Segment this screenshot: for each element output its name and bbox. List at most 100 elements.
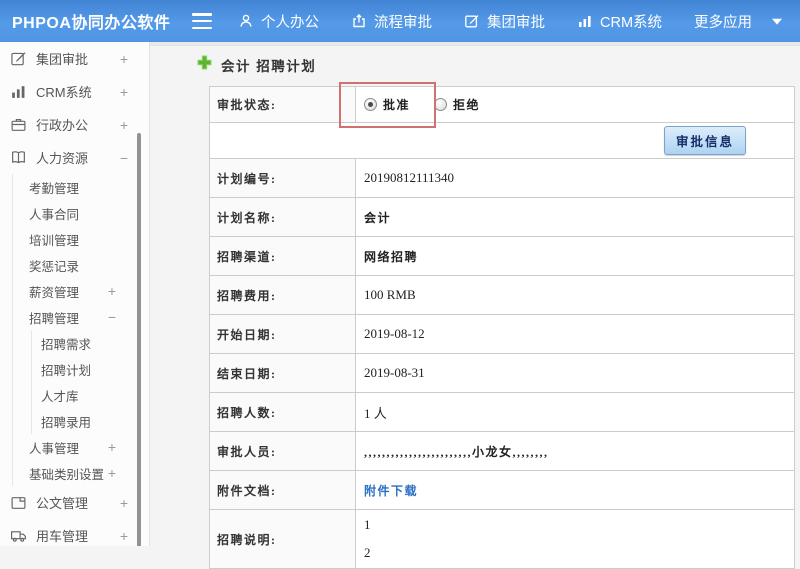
- field-label: 附件文档:: [210, 471, 356, 509]
- sidebar-item-hr[interactable]: 人力资源 −: [0, 141, 149, 174]
- bar-chart-icon: [577, 13, 593, 29]
- sidebar-item-vehicles[interactable]: 用车管理 +: [0, 519, 149, 546]
- attachment-download-link[interactable]: 附件下载: [364, 482, 418, 499]
- radio-approve-label[interactable]: 批准: [383, 96, 410, 113]
- sidebar-item-salary[interactable]: 薪资管理 +: [13, 278, 149, 304]
- collapse-toggle[interactable]: −: [120, 150, 128, 166]
- field-label: 招聘人数:: [210, 393, 356, 431]
- sidebar-item-recruit-demand[interactable]: 招聘需求: [32, 330, 149, 356]
- collapse-toggle[interactable]: −: [108, 309, 116, 325]
- sidebar-item-label: 人才库: [41, 389, 79, 404]
- table-row: 审批人员: ,,,,,,,,,,,,,,,,,,,,,,,,小龙女,,,,,,,…: [210, 432, 794, 471]
- sidebar-item-label: 人事管理: [29, 441, 80, 456]
- sidebar-item-label: 行政办公: [36, 118, 89, 133]
- workflow-icon: [351, 13, 367, 29]
- caret-down-icon[interactable]: [772, 13, 783, 29]
- sidebar-item-recruitment[interactable]: 招聘管理 −: [13, 304, 149, 330]
- nav-label: 集团审批: [487, 14, 545, 31]
- sidebar-item-label: 集团审批: [36, 52, 89, 67]
- approval-info-button[interactable]: 审批信息: [663, 126, 746, 155]
- radio-approve[interactable]: [364, 98, 377, 111]
- sidebar-item-label: CRM系统: [36, 85, 92, 100]
- recruitment-submenu: 招聘需求 招聘计划 人才库 招聘录用: [31, 330, 149, 434]
- expand-toggle[interactable]: +: [120, 495, 128, 511]
- sidebar-item-personnel[interactable]: 人事管理 +: [13, 434, 149, 460]
- field-label: 计划编号:: [210, 159, 356, 197]
- nav-label: 流程审批: [374, 14, 432, 31]
- sidebar-item-documents[interactable]: 公文管理 +: [0, 486, 149, 519]
- table-row: 招聘渠道: 网络招聘: [210, 237, 794, 276]
- main-content: 会计 招聘计划 审批状态: 批准 拒绝 审批信息 计划编号: 201908121…: [150, 42, 800, 569]
- description-line: 2: [364, 545, 371, 560]
- approval-status-field: 批准 拒绝: [356, 87, 794, 122]
- bar-chart-icon: [10, 83, 27, 100]
- sidebar-item-training[interactable]: 培训管理: [13, 226, 149, 252]
- field-label: 审批状态:: [210, 87, 356, 122]
- table-row: 计划编号: 20190812111340: [210, 159, 794, 198]
- expand-toggle[interactable]: +: [120, 117, 128, 133]
- sidebar-item-talent-pool[interactable]: 人才库: [32, 382, 149, 408]
- field-label: 招聘说明:: [210, 510, 356, 568]
- table-row: 开始日期: 2019-08-12: [210, 315, 794, 354]
- sidebar-scrollbar[interactable]: [137, 133, 141, 546]
- plus-icon: [197, 55, 212, 75]
- sidebar-item-base-categories[interactable]: 基础类别设置 +: [13, 460, 149, 486]
- expand-toggle[interactable]: +: [108, 439, 116, 455]
- hr-submenu: 考勤管理 人事合同 培训管理 奖惩记录 薪资管理 + 招聘管理 − 招聘需求 招聘计…: [12, 174, 149, 486]
- edit-square-icon: [464, 13, 480, 29]
- sidebar-item-attendance[interactable]: 考勤管理: [13, 174, 149, 200]
- nav-label: CRM系统: [600, 14, 663, 31]
- sidebar-item-label: 人事合同: [29, 207, 80, 222]
- nav-workflow-approval[interactable]: 流程审批: [351, 11, 432, 32]
- plan-number-value: 20190812111340: [364, 170, 455, 185]
- nav-label: 更多应用: [694, 14, 753, 31]
- sidebar-item-rewards[interactable]: 奖惩记录: [13, 252, 149, 278]
- sidebar-item-label: 公文管理: [36, 496, 89, 511]
- table-row: 招聘人数: 1 人: [210, 393, 794, 432]
- approvers-value: ,,,,,,,,,,,,,,,,,,,,,,,,小龙女,,,,,,,,: [364, 444, 549, 459]
- menu-icon[interactable]: [192, 13, 212, 29]
- sidebar-item-recruit-hire[interactable]: 招聘录用: [32, 408, 149, 434]
- plan-name-value: 会计: [364, 210, 392, 225]
- sidebar-item-label: 招聘录用: [41, 415, 92, 430]
- table-row: 招聘说明: 1 2: [210, 510, 794, 568]
- field-label: 招聘渠道:: [210, 237, 356, 275]
- expand-toggle[interactable]: +: [120, 84, 128, 100]
- nav-group-approval[interactable]: 集团审批: [464, 11, 545, 32]
- page-title: 会计 招聘计划: [221, 59, 317, 74]
- field-label: 招聘费用:: [210, 276, 356, 314]
- expand-toggle[interactable]: +: [108, 283, 116, 299]
- nav-personal-office[interactable]: 个人办公: [238, 11, 319, 32]
- radio-reject-label[interactable]: 拒绝: [453, 96, 480, 113]
- sidebar-item-crm[interactable]: CRM系统 +: [0, 75, 149, 108]
- expand-toggle[interactable]: +: [120, 528, 128, 544]
- nav-more-apps[interactable]: 更多应用: [694, 11, 752, 32]
- sidebar-item-recruit-plan[interactable]: 招聘计划: [32, 356, 149, 382]
- field-label: 审批人员:: [210, 432, 356, 470]
- sidebar-item-admin-office[interactable]: 行政办公 +: [0, 108, 149, 141]
- table-row: 审批信息: [210, 123, 794, 159]
- sidebar-item-label: 薪资管理: [29, 285, 80, 300]
- sidebar-item-group-approval[interactable]: 集团审批 +: [0, 42, 149, 75]
- table-row: 招聘费用: 100 RMB: [210, 276, 794, 315]
- field-label: 结束日期:: [210, 354, 356, 392]
- table-row: 附件文档: 附件下载: [210, 471, 794, 510]
- nav-crm-system[interactable]: CRM系统: [577, 11, 662, 32]
- expand-toggle[interactable]: +: [108, 465, 116, 481]
- header-shadow-strip: [150, 42, 800, 46]
- table-row: 审批状态: 批准 拒绝: [210, 87, 794, 123]
- sidebar-item-contracts[interactable]: 人事合同: [13, 200, 149, 226]
- app-logo: PHPOA协同办公软件: [12, 15, 171, 32]
- recruit-cost-value: 100 RMB: [364, 287, 416, 302]
- expand-toggle[interactable]: +: [120, 51, 128, 67]
- sidebar-item-label: 招聘需求: [41, 337, 92, 352]
- top-nav: 个人办公 流程审批 集团审批 CRM系统 更多应用: [238, 11, 783, 32]
- field-label: 开始日期:: [210, 315, 356, 353]
- end-date-value: 2019-08-31: [364, 365, 425, 380]
- truck-icon: [10, 527, 27, 544]
- sidebar-item-label: 考勤管理: [29, 181, 80, 196]
- headcount-value: 1 人: [364, 405, 387, 421]
- sidebar-item-label: 用车管理: [36, 529, 89, 544]
- edit-square-icon: [10, 50, 27, 67]
- radio-reject[interactable]: [434, 98, 448, 111]
